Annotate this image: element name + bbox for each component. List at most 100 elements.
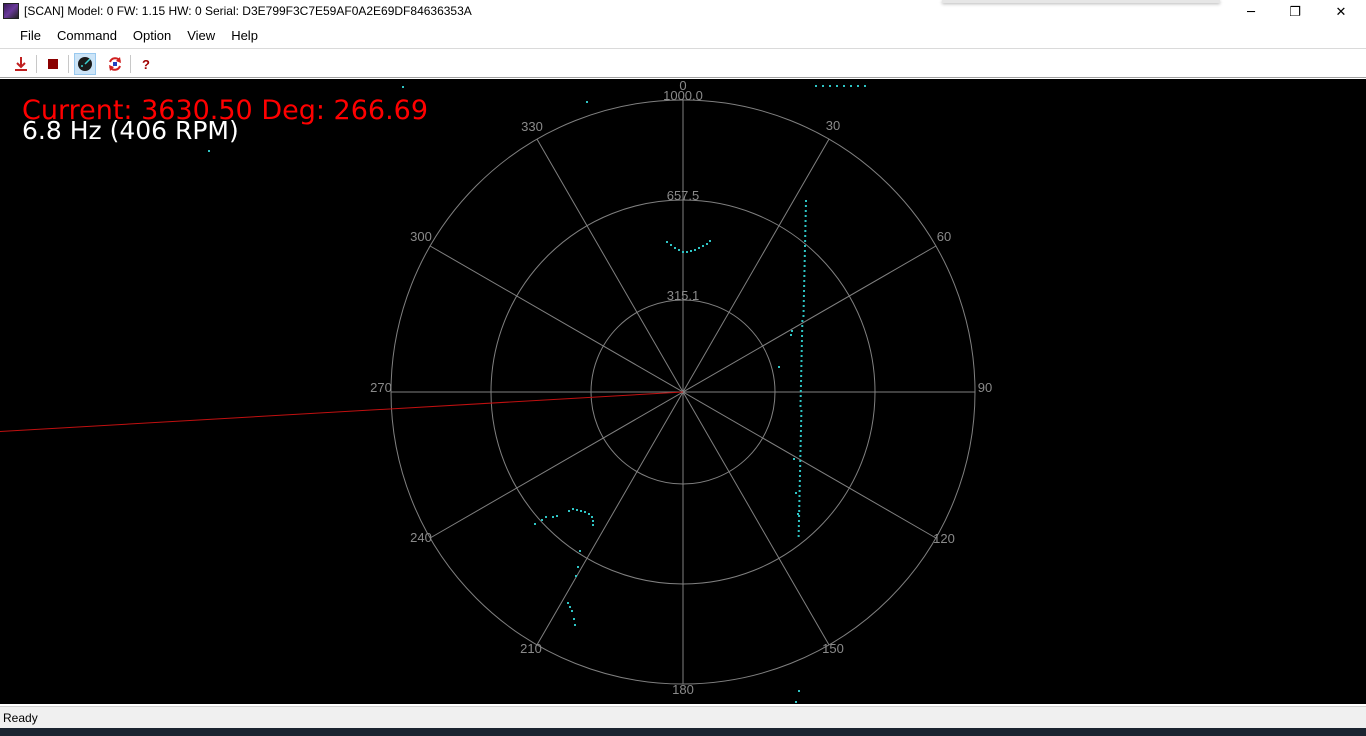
angle-label-180: 180 bbox=[672, 682, 694, 697]
toolbar-separator bbox=[68, 55, 69, 73]
scan-point bbox=[804, 210, 807, 212]
scan-point bbox=[795, 701, 797, 703]
scan-point bbox=[801, 335, 804, 337]
scan-point bbox=[802, 310, 805, 312]
scan-point bbox=[571, 610, 573, 612]
scan-point bbox=[800, 380, 803, 382]
help-icon: ? bbox=[142, 56, 150, 72]
scan-point bbox=[208, 150, 210, 152]
scan-point bbox=[799, 455, 802, 457]
scan-view-button[interactable] bbox=[74, 53, 96, 75]
window-title: [SCAN] Model: 0 FW: 1.15 HW: 0 Serial: D… bbox=[24, 4, 472, 18]
scan-point bbox=[795, 492, 797, 494]
scan-point bbox=[799, 435, 802, 437]
angle-label-330: 330 bbox=[521, 119, 543, 134]
angle-label-210: 210 bbox=[520, 641, 542, 656]
menu-view[interactable]: View bbox=[179, 24, 223, 48]
scan-point bbox=[800, 370, 803, 372]
scan-point bbox=[804, 215, 807, 217]
scan-point bbox=[402, 86, 404, 88]
status-text: Ready bbox=[3, 711, 38, 725]
scan-point bbox=[552, 516, 554, 518]
scan-point bbox=[793, 458, 795, 460]
scan-point bbox=[584, 511, 586, 513]
scan-point bbox=[803, 250, 806, 252]
scan-point bbox=[567, 602, 569, 604]
scan-point bbox=[801, 320, 804, 322]
menu-bar: File Command Option View Help bbox=[0, 24, 1366, 49]
scan-point bbox=[802, 315, 805, 317]
scan-point bbox=[804, 235, 807, 237]
menu-command[interactable]: Command bbox=[49, 24, 125, 48]
minimize-button[interactable]: ─ bbox=[1228, 0, 1274, 24]
toolbar-separator bbox=[130, 55, 131, 73]
scan-point bbox=[801, 330, 804, 332]
help-button[interactable]: ? bbox=[135, 53, 157, 75]
menu-help[interactable]: Help bbox=[223, 24, 266, 48]
scan-point bbox=[805, 200, 807, 202]
stop-icon bbox=[48, 59, 58, 69]
scan-point bbox=[797, 530, 800, 532]
scan-point bbox=[698, 247, 700, 249]
scan-point bbox=[670, 244, 672, 246]
restore-button[interactable]: ❐ bbox=[1272, 0, 1318, 24]
scan-point bbox=[678, 249, 680, 251]
scan-point bbox=[803, 280, 806, 282]
scan-point bbox=[803, 290, 806, 292]
scan-point bbox=[798, 510, 801, 512]
scan-point bbox=[778, 366, 780, 368]
scan-point bbox=[556, 515, 558, 517]
scan-point bbox=[802, 305, 805, 307]
scan-point bbox=[576, 509, 578, 511]
scan-point bbox=[674, 247, 676, 249]
scan-point bbox=[804, 225, 807, 227]
scan-point bbox=[798, 475, 801, 477]
scan-point bbox=[800, 375, 803, 377]
scan-point bbox=[803, 265, 806, 267]
scan-point bbox=[534, 523, 536, 525]
scan-point bbox=[588, 513, 590, 515]
title-bar: [SCAN] Model: 0 FW: 1.15 HW: 0 Serial: D… bbox=[0, 0, 1366, 24]
scan-point bbox=[800, 420, 803, 422]
scan-point bbox=[682, 251, 684, 253]
scan-point bbox=[799, 450, 802, 452]
scan-point bbox=[804, 240, 807, 242]
scan-point bbox=[802, 295, 805, 297]
angle-label-120: 120 bbox=[933, 531, 955, 546]
scan-point bbox=[857, 85, 859, 87]
app-icon bbox=[3, 3, 19, 19]
scan-point bbox=[798, 500, 801, 502]
angle-label-30: 30 bbox=[826, 118, 840, 133]
toolbar-separator bbox=[36, 55, 37, 73]
menu-option[interactable]: Option bbox=[125, 24, 179, 48]
stop-button[interactable] bbox=[42, 53, 64, 75]
scan-point bbox=[843, 85, 845, 87]
menu-file[interactable]: File bbox=[12, 24, 49, 48]
scan-point bbox=[573, 618, 575, 620]
scan-point bbox=[799, 400, 802, 402]
scan-point bbox=[803, 275, 806, 277]
scan-point bbox=[800, 415, 803, 417]
scan-point bbox=[799, 390, 802, 392]
scan-point bbox=[799, 470, 802, 472]
download-button[interactable] bbox=[10, 53, 32, 75]
scan-point bbox=[804, 230, 807, 232]
scan-point bbox=[575, 575, 577, 577]
close-button[interactable]: ✕ bbox=[1318, 0, 1364, 24]
scan-point bbox=[804, 245, 807, 247]
scan-point bbox=[702, 245, 704, 247]
scan-point bbox=[666, 241, 668, 243]
scan-point bbox=[803, 285, 806, 287]
angle-label-60: 60 bbox=[937, 229, 951, 244]
scan-point bbox=[800, 355, 803, 357]
scan-point bbox=[577, 566, 579, 568]
scan-plot[interactable]: 315.1 657.5 1000.0 0 30 60 90 120 150 18… bbox=[0, 79, 1366, 704]
angle-label-0: 0 bbox=[679, 79, 686, 93]
refresh-button[interactable] bbox=[104, 53, 126, 75]
toolbar: ? bbox=[0, 50, 1366, 78]
scan-point bbox=[569, 606, 571, 608]
scan-point bbox=[579, 550, 581, 552]
scan-point bbox=[802, 300, 805, 302]
scan-point bbox=[592, 524, 594, 526]
scan-point bbox=[801, 325, 804, 327]
